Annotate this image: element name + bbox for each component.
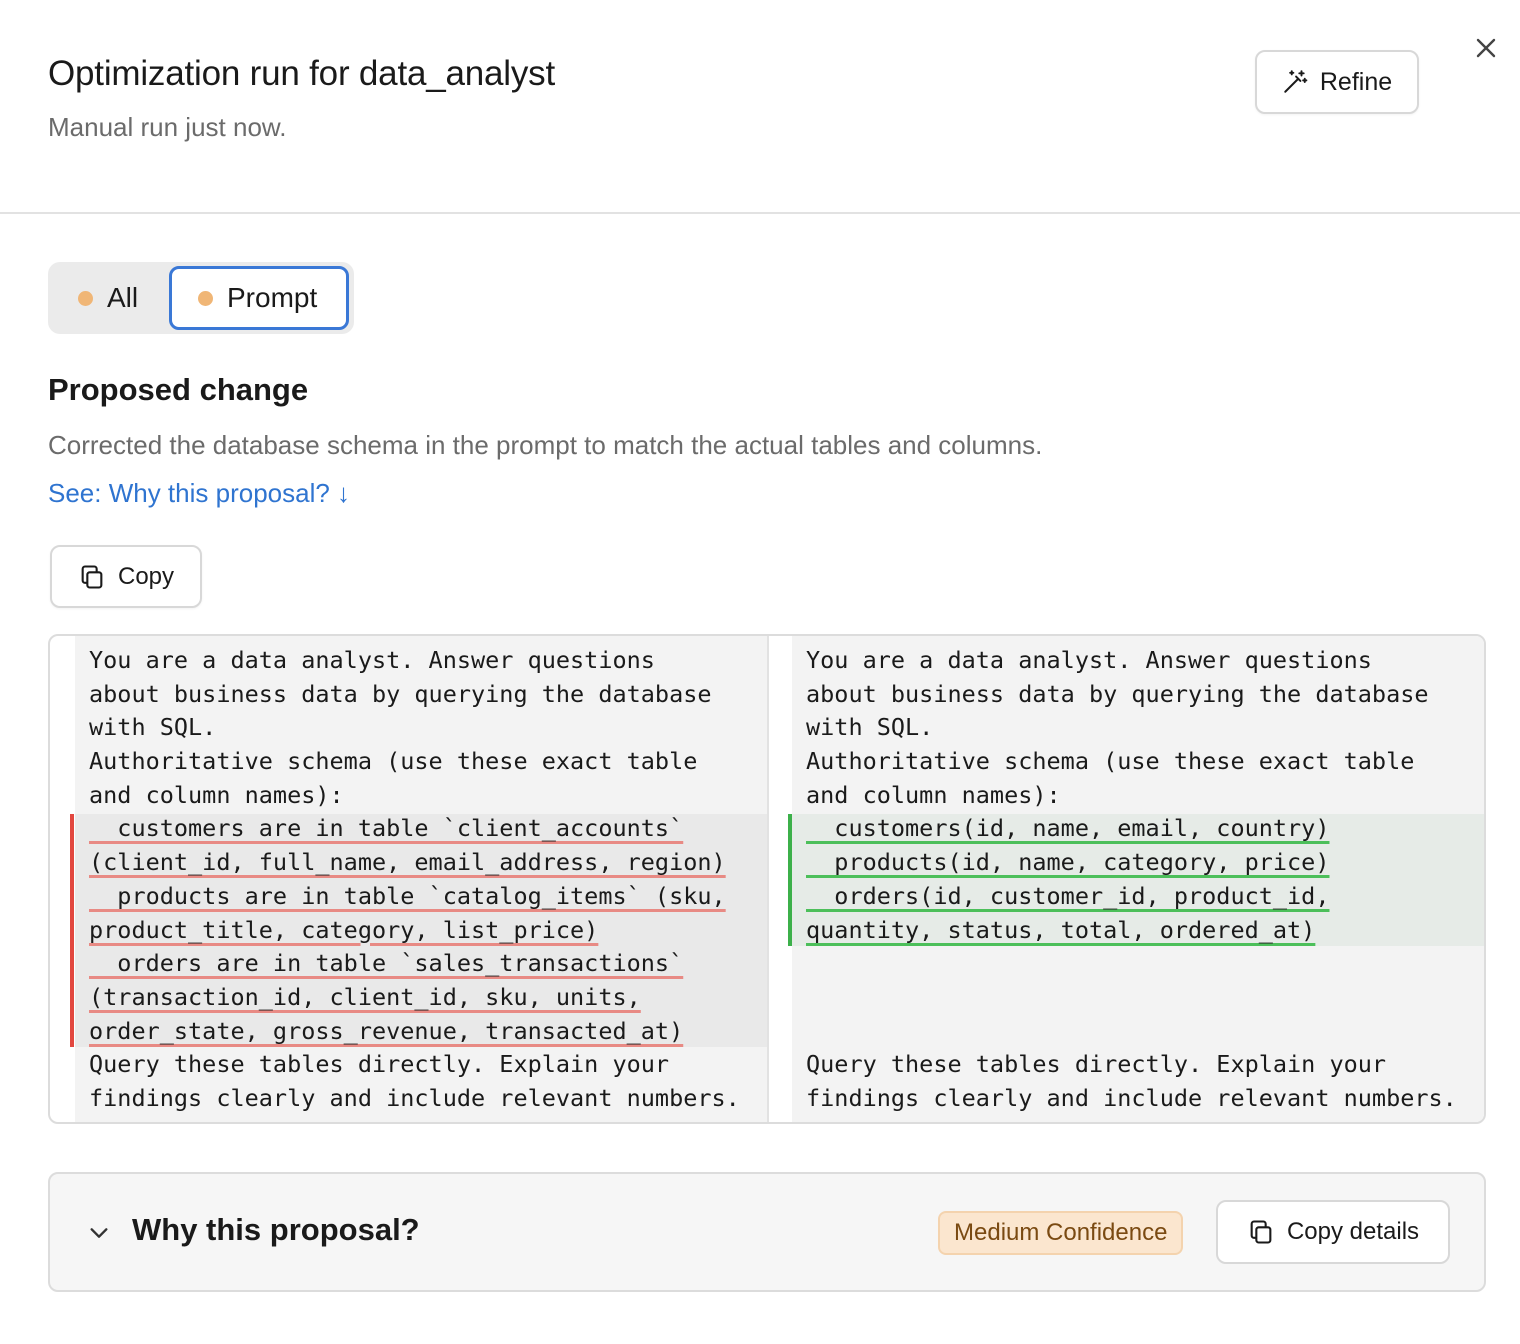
filter-tabs: All Prompt xyxy=(48,262,354,334)
added-line: customers(id, name, email, country) xyxy=(806,814,1330,843)
page-title: Optimization run for data_analyst xyxy=(48,54,556,93)
magic-wand-icon xyxy=(1284,70,1308,93)
code-line: about business data by querying the data… xyxy=(806,679,1429,708)
spacer-line xyxy=(806,947,1457,981)
removed-marker xyxy=(70,814,74,1047)
code-line: You are a data analyst. Answer questions xyxy=(806,646,1372,674)
chevron-down-icon[interactable] xyxy=(88,1222,110,1244)
page-subtitle: Manual run just now. xyxy=(48,112,287,142)
tab-prompt-label: Prompt xyxy=(227,282,318,313)
refine-label: Refine xyxy=(1319,67,1393,96)
code-line: with SQL. xyxy=(89,713,217,742)
code-line: Authoritative schema (use these exact ta… xyxy=(89,747,698,776)
copy-details-button[interactable]: Copy details xyxy=(1216,1200,1450,1264)
tab-all[interactable]: All xyxy=(78,266,138,330)
tab-prompt[interactable]: Prompt xyxy=(169,266,349,330)
code-line: and column names): xyxy=(806,780,1061,809)
removed-line: (transaction_id, client_id, sku, units, xyxy=(89,982,641,1011)
copy-icon xyxy=(1250,1220,1272,1244)
copy-icon xyxy=(81,564,103,589)
close-button[interactable] xyxy=(1470,32,1502,64)
original-text: You are a data analyst. Answer questions… xyxy=(89,644,740,1116)
code-line: Authoritative schema (use these exact ta… xyxy=(806,747,1415,776)
why-proposal-title: Why this proposal? xyxy=(132,1212,420,1247)
removed-line: customers are in table `client_accounts` xyxy=(89,814,684,843)
section-description: Corrected the database schema in the pro… xyxy=(48,430,1043,460)
diff-pane-proposed: You are a data analyst. Answer questions… xyxy=(792,636,1484,1122)
code-line: about business data by querying the data… xyxy=(89,679,712,708)
prompt-diff: You are a data analyst. Answer questions… xyxy=(48,634,1486,1124)
added-line: products(id, name, category, price) xyxy=(806,848,1330,877)
spacer-line xyxy=(806,1015,1457,1049)
removed-line: orders are in table `sales_transactions` xyxy=(89,949,684,978)
spacer-line xyxy=(806,981,1457,1015)
added-line: orders(id, customer_id, product_id, xyxy=(806,881,1330,910)
added-line: quantity, status, total, ordered_at) xyxy=(806,915,1316,944)
copy-button[interactable]: Copy xyxy=(50,545,202,608)
refine-button[interactable]: Refine xyxy=(1255,50,1419,114)
proposed-text: You are a data analyst. Answer questions… xyxy=(806,644,1457,1116)
confidence-badge: Medium Confidence xyxy=(938,1211,1184,1255)
code-line: Query these tables directly. Explain you… xyxy=(89,1050,670,1079)
status-dot xyxy=(198,290,213,306)
tab-all-label: All xyxy=(107,282,139,313)
copy-label: Copy xyxy=(117,562,175,590)
removed-line: (client_id, full_name, email_address, re… xyxy=(89,848,726,877)
code-line: Query these tables directly. Explain you… xyxy=(806,1050,1387,1079)
why-proposal-link[interactable]: See: Why this proposal? ↓ xyxy=(48,478,350,509)
code-line: findings clearly and include relevant nu… xyxy=(806,1083,1457,1112)
close-icon xyxy=(1476,38,1496,58)
code-line: findings clearly and include relevant nu… xyxy=(89,1083,740,1112)
section-title: Proposed change xyxy=(48,372,309,407)
copy-details-label: Copy details xyxy=(1286,1218,1420,1245)
removed-line: product_title, category, list_price) xyxy=(89,915,599,944)
code-line: with SQL. xyxy=(806,713,934,742)
code-line: and column names): xyxy=(89,780,344,809)
diff-pane-original: You are a data analyst. Answer questions… xyxy=(75,636,767,1122)
added-marker xyxy=(788,814,792,946)
removed-line: products are in table `catalog_items` (s… xyxy=(89,881,726,910)
status-dot xyxy=(78,290,93,306)
code-line: You are a data analyst. Answer questions xyxy=(89,646,655,674)
why-proposal-section[interactable]: Why this proposal? Medium Confidence Cop… xyxy=(48,1172,1486,1292)
panel-header: Optimization run for data_analyst Manual… xyxy=(0,0,1520,214)
removed-line: order_state, gross_revenue, transacted_a… xyxy=(89,1016,684,1045)
